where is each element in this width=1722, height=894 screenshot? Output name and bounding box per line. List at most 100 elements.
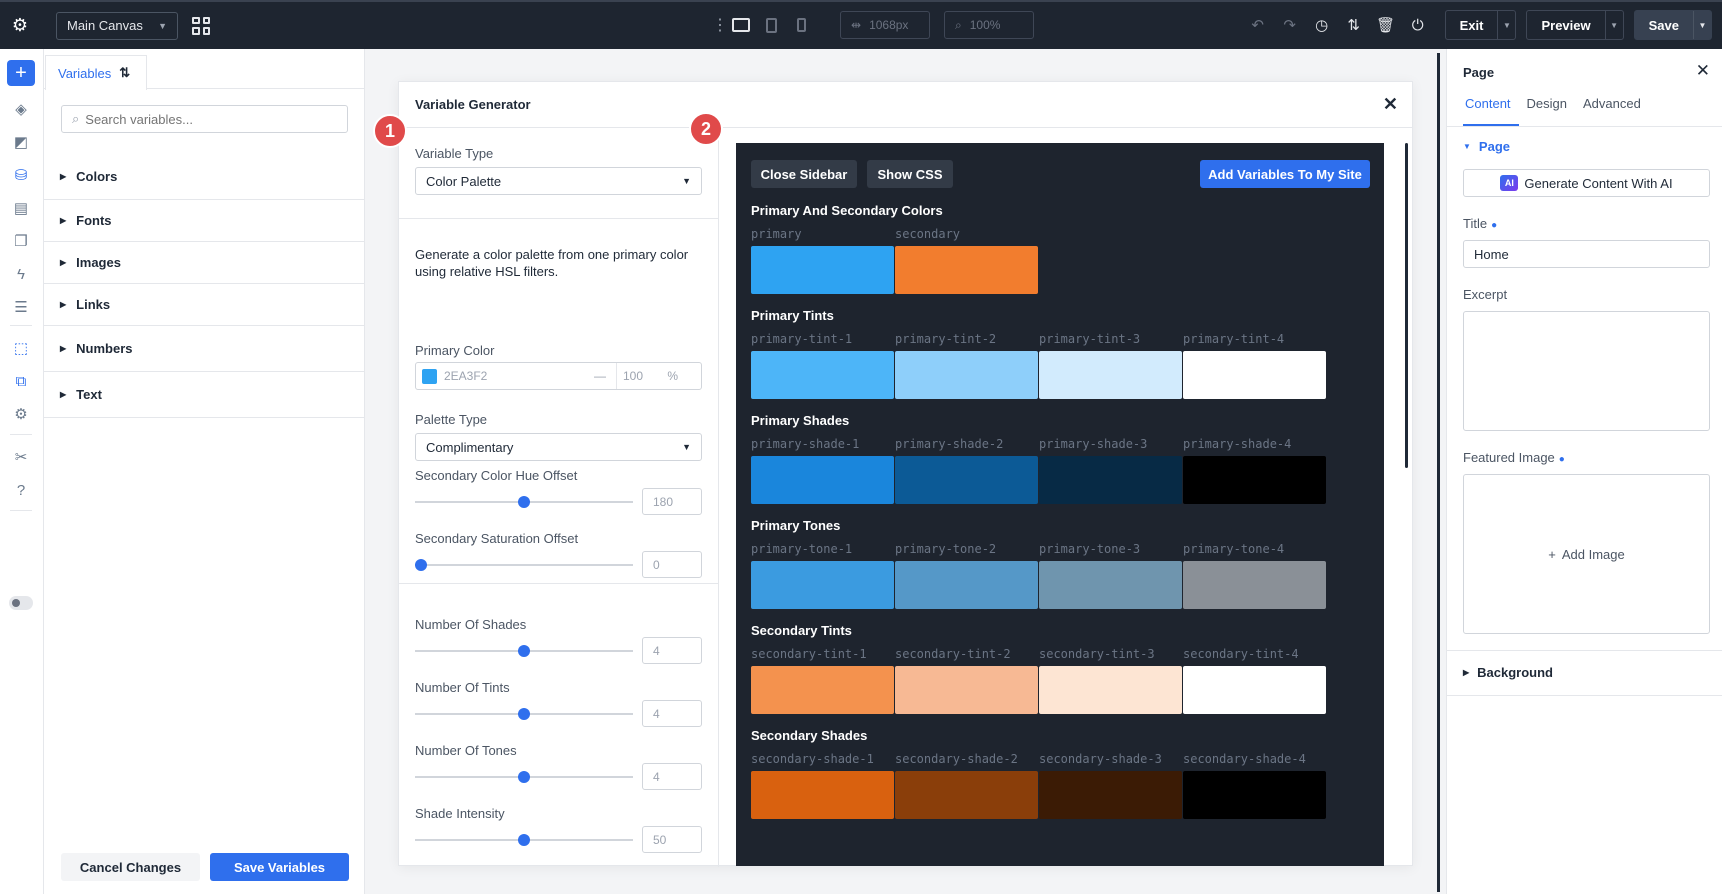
- multi-select-icon[interactable]: ⧉: [7, 368, 35, 394]
- slider-track[interactable]: [415, 834, 633, 846]
- undo-icon[interactable]: ↶: [1245, 12, 1271, 38]
- exit-chevron-icon[interactable]: ▼: [1497, 11, 1515, 39]
- color-swatch[interactable]: [895, 561, 1038, 609]
- preview-button[interactable]: Preview ▼: [1526, 10, 1624, 40]
- slider-number-input[interactable]: 4: [642, 700, 702, 727]
- category-images[interactable]: ▶ Images: [44, 242, 364, 284]
- help-icon[interactable]: ?: [7, 477, 35, 503]
- color-swatch[interactable]: [1039, 666, 1182, 714]
- global-settings-icon[interactable]: ⚙: [7, 401, 35, 427]
- color-swatch[interactable]: [895, 666, 1038, 714]
- canvas-select[interactable]: Main Canvas ▼: [56, 11, 178, 40]
- slider-thumb[interactable]: [518, 496, 530, 508]
- search-input[interactable]: [85, 111, 326, 127]
- primary-color-hex[interactable]: 2EA3F2: [444, 369, 594, 383]
- color-swatch[interactable]: [751, 246, 894, 294]
- trash-icon[interactable]: 🗑: [1373, 12, 1399, 38]
- add-variables-button[interactable]: Add Variables To My Site: [1200, 160, 1370, 188]
- category-colors[interactable]: ▶ Colors: [44, 154, 364, 200]
- cancel-changes-button[interactable]: Cancel Changes: [61, 853, 200, 881]
- layers-icon[interactable]: ◈: [7, 96, 35, 122]
- preview-chevron-icon[interactable]: ▼: [1604, 11, 1623, 39]
- color-swatch[interactable]: [1039, 771, 1182, 819]
- color-swatch[interactable]: [895, 771, 1038, 819]
- close-sidebar-button[interactable]: Close Sidebar: [751, 160, 857, 188]
- slider-thumb[interactable]: [518, 834, 530, 846]
- tab-content[interactable]: Content: [1463, 96, 1519, 126]
- tab-advanced[interactable]: Advanced: [1575, 96, 1649, 126]
- canvas-width-field[interactable]: ⇹ 1068px: [840, 11, 930, 39]
- exit-button[interactable]: Exit ▼: [1444, 10, 1517, 40]
- slider-track[interactable]: [415, 496, 633, 508]
- add-icon[interactable]: +: [7, 60, 35, 86]
- slider-thumb[interactable]: [518, 708, 530, 720]
- theme-builder-icon[interactable]: ◩: [7, 129, 35, 155]
- slider-number-input[interactable]: 180: [642, 488, 702, 515]
- generate-ai-button[interactable]: AI Generate Content With AI: [1463, 169, 1710, 197]
- slider-track[interactable]: [415, 645, 633, 657]
- save-chevron-icon[interactable]: ▼: [1693, 11, 1711, 39]
- category-numbers[interactable]: ▶ Numbers: [44, 326, 364, 372]
- history-clock-icon[interactable]: ◷: [1309, 12, 1335, 38]
- slider-track[interactable]: [415, 559, 633, 571]
- color-swatch[interactable]: [1039, 456, 1182, 504]
- zoom-field[interactable]: ⌕ 100%: [944, 11, 1034, 39]
- color-swatch[interactable]: [751, 351, 894, 399]
- slider-number-input[interactable]: 0: [642, 551, 702, 578]
- category-links[interactable]: ▶ Links: [44, 284, 364, 326]
- forms-icon[interactable]: ▤: [7, 195, 35, 221]
- sort-arrows-icon[interactable]: ⇅: [1341, 12, 1367, 38]
- variable-type-select[interactable]: Color Palette ▼: [415, 167, 702, 195]
- category-text[interactable]: ▶ Text: [44, 372, 364, 418]
- color-swatch[interactable]: [1183, 351, 1326, 399]
- section-background-toggle[interactable]: ▶ Background: [1463, 665, 1553, 680]
- add-image-dropzone[interactable]: + Add Image: [1463, 474, 1710, 634]
- color-swatch[interactable]: [895, 351, 1038, 399]
- layout-grid-icon[interactable]: [192, 16, 210, 35]
- desktop-view-icon[interactable]: [730, 14, 752, 36]
- slider-number-input[interactable]: 4: [642, 637, 702, 664]
- phone-view-icon[interactable]: [790, 14, 812, 36]
- pages-icon[interactable]: ❐: [7, 228, 35, 254]
- power-icon[interactable]: ⏻: [1405, 12, 1431, 38]
- color-swatch[interactable]: [751, 771, 894, 819]
- save-button[interactable]: Save ▼: [1633, 10, 1712, 40]
- color-swatch[interactable]: [1183, 666, 1326, 714]
- slider-thumb[interactable]: [518, 771, 530, 783]
- color-swatch[interactable]: [895, 456, 1038, 504]
- slider-track[interactable]: [415, 708, 633, 720]
- save-variables-button[interactable]: Save Variables: [210, 853, 349, 881]
- palette-type-select[interactable]: Complimentary ▼: [415, 433, 702, 461]
- slider-number-input[interactable]: 50: [642, 826, 702, 853]
- slider-number-input[interactable]: 4: [642, 763, 702, 790]
- opacity-field[interactable]: 100 %: [616, 363, 684, 389]
- primary-color-swatch[interactable]: [422, 368, 437, 384]
- list-icon[interactable]: ☰: [7, 294, 35, 320]
- variables-search[interactable]: ⌕: [61, 105, 348, 133]
- primary-color-field[interactable]: 2EA3F2 — 100 %: [415, 362, 702, 390]
- more-vertical-icon[interactable]: ⋮: [712, 15, 728, 35]
- color-swatch[interactable]: [1183, 456, 1326, 504]
- sort-icon[interactable]: ⇅: [119, 65, 130, 81]
- tablet-view-icon[interactable]: [760, 14, 782, 36]
- color-swatch[interactable]: [1183, 771, 1326, 819]
- color-swatch[interactable]: [1039, 351, 1182, 399]
- mode-toggle[interactable]: [9, 596, 33, 610]
- section-page-toggle[interactable]: ▼ Page: [1463, 139, 1510, 154]
- color-swatch[interactable]: [751, 561, 894, 609]
- panel-resize-handle[interactable]: [1437, 53, 1440, 892]
- lightning-icon[interactable]: ϟ: [7, 261, 35, 287]
- tools-icon[interactable]: ✂: [7, 444, 35, 470]
- slider-track[interactable]: [415, 771, 633, 783]
- slider-thumb[interactable]: [415, 559, 427, 571]
- database-icon[interactable]: ⛁: [7, 162, 35, 188]
- title-input[interactable]: Home: [1463, 240, 1710, 268]
- tab-variables[interactable]: Variables ⇅: [45, 55, 147, 90]
- slider-thumb[interactable]: [518, 645, 530, 657]
- redo-icon[interactable]: ↷: [1277, 12, 1303, 38]
- color-swatch[interactable]: [895, 246, 1038, 294]
- settings-gear-icon[interactable]: ⚙: [0, 15, 40, 36]
- color-swatch[interactable]: [751, 456, 894, 504]
- show-css-button[interactable]: Show CSS: [867, 160, 953, 188]
- color-swatch[interactable]: [1183, 561, 1326, 609]
